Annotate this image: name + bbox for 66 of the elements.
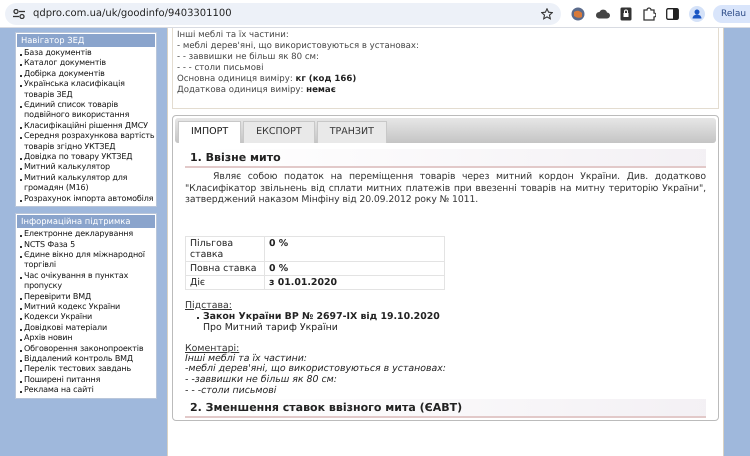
nav-link[interactable]: Каталог документів <box>24 58 106 69</box>
nav-link[interactable]: Електронне декларування <box>24 229 134 240</box>
cloud-icon[interactable] <box>595 8 610 19</box>
globe-icon[interactable] <box>571 6 585 20</box>
lock-icon[interactable] <box>620 6 632 20</box>
comment-line: Інші меблі та їх частини: <box>185 354 308 364</box>
nav-link[interactable]: Класифікаційні рішення ДМСУ <box>24 120 148 132</box>
tab[interactable]: ЕКСПОРТ <box>243 121 315 143</box>
description-line: - - заввишки не більш як 80 см: <box>177 52 320 63</box>
puzzle-icon[interactable] <box>642 6 656 20</box>
law-subtitle: Про Митний тариф України <box>202 322 339 332</box>
section-heading: 2. Зменшення ставок ввізного мита (ЄАВТ) <box>185 398 706 418</box>
description-line: Інші меблі та їх частини: <box>177 30 290 41</box>
star-icon[interactable] <box>541 8 553 20</box>
tab[interactable]: ІМПОРТ <box>178 121 242 143</box>
profile-icon[interactable] <box>689 6 705 22</box>
nav-link[interactable]: Архів новин <box>24 333 72 344</box>
table-cell: 0 % <box>264 261 444 275</box>
nav-link[interactable]: NCTS Фаза 5 <box>24 240 76 250</box>
basis-label: Підстава: <box>185 300 232 310</box>
tune-icon[interactable] <box>13 8 25 18</box>
section-heading: 1. Ввізне мито <box>185 149 706 168</box>
panel-header: Навігатор ЗЕД <box>17 34 155 47</box>
nav-link[interactable]: Добірка документів <box>24 68 105 80</box>
nav-link[interactable]: Кодекси України <box>24 312 92 323</box>
unit-label: Основна одиниця виміру: <box>177 74 293 84</box>
comments-label: Коментарі: <box>185 342 240 354</box>
nav-link[interactable]: Віддалений контроль ВМД <box>24 354 134 364</box>
nav-link[interactable]: Довідка по товару УКТЗЕД <box>24 152 132 162</box>
nav-link[interactable]: База документів <box>24 48 92 58</box>
panel-header: Інформаційна підтримка <box>17 215 155 228</box>
table-cell: Діє <box>186 275 264 289</box>
law-title: Закон України ВР № 2697-IX від 19.10.2020 <box>203 310 440 322</box>
nav-link[interactable]: Перелік тестових завдань <box>24 364 132 375</box>
tab[interactable]: ТРАНЗИТ <box>316 121 387 143</box>
table-cell: Пільгова ставка <box>186 236 264 261</box>
nav-link[interactable]: Реклама на сайті <box>24 385 94 396</box>
nav-link[interactable]: Розрахунок імпорта автомобіля <box>24 194 154 204</box>
nav-link[interactable]: Поширені питання <box>24 374 100 386</box>
nav-link[interactable]: Довідкові матеріали <box>24 322 108 334</box>
sidebar-icon[interactable] <box>666 8 679 20</box>
unit-label: Додаткова одиниця виміру: <box>177 85 304 95</box>
nav-link[interactable]: Єдине вікно для міжнародної торгівлі <box>24 250 155 271</box>
address-bar[interactable]: qdpro.com.ua/uk/goodinfo/9403301100 <box>5 2 561 24</box>
relaunch-button[interactable]: Relau <box>713 4 750 22</box>
nav-link[interactable]: Єдиний список товарів подвійного використання <box>24 100 155 121</box>
url-text[interactable]: qdpro.com.ua/uk/goodinfo/9403301100 <box>33 8 533 19</box>
nav-link[interactable]: Митний калькулятор для громадян (М16) <box>24 172 155 194</box>
unit-value: кг (код 166) <box>295 74 356 84</box>
nav-link[interactable]: Середня розрахункова вартість товарів згідно УКТЗЕД <box>24 131 155 152</box>
comment-line: - -заввишки не більш як 80 см: <box>185 375 338 386</box>
unit-value: немає <box>306 85 336 95</box>
table-cell: з 01.01.2020 <box>264 275 444 289</box>
description-line: - меблі дерев'яні, що використовуються в установах: <box>177 41 420 52</box>
description-line: - - - столи письмові <box>177 63 264 74</box>
nav-link[interactable]: Українська класифікація товарів ЗЕД <box>24 79 155 100</box>
table-cell: 0 % <box>264 236 444 261</box>
description-paragraph: Являє собою податок на переміщення товарів через митний кордон України. Див. додатково "Класифікатор звільнень від сплати митних платежів при ввезенні товарів на митну територію України", затверджений наказом Мінфіну від 20.09.2012 року № 1011. <box>185 171 706 206</box>
table-cell: Повна ставка <box>186 261 264 275</box>
comment-line: - - -столи письмові <box>185 386 278 397</box>
nav-link[interactable]: Час очікування в пунктах пропуску <box>24 270 155 292</box>
nav-link[interactable]: Митний кодекс України <box>24 302 120 312</box>
nav-link[interactable]: Митний калькулятор <box>24 162 110 173</box>
nav-link[interactable]: Обговорення законопроектів <box>24 344 144 354</box>
nav-link[interactable]: Перевірити ВМД <box>24 292 92 302</box>
comment-line: -меблі дерев'яні, що використовуються в установах: <box>185 364 447 374</box>
